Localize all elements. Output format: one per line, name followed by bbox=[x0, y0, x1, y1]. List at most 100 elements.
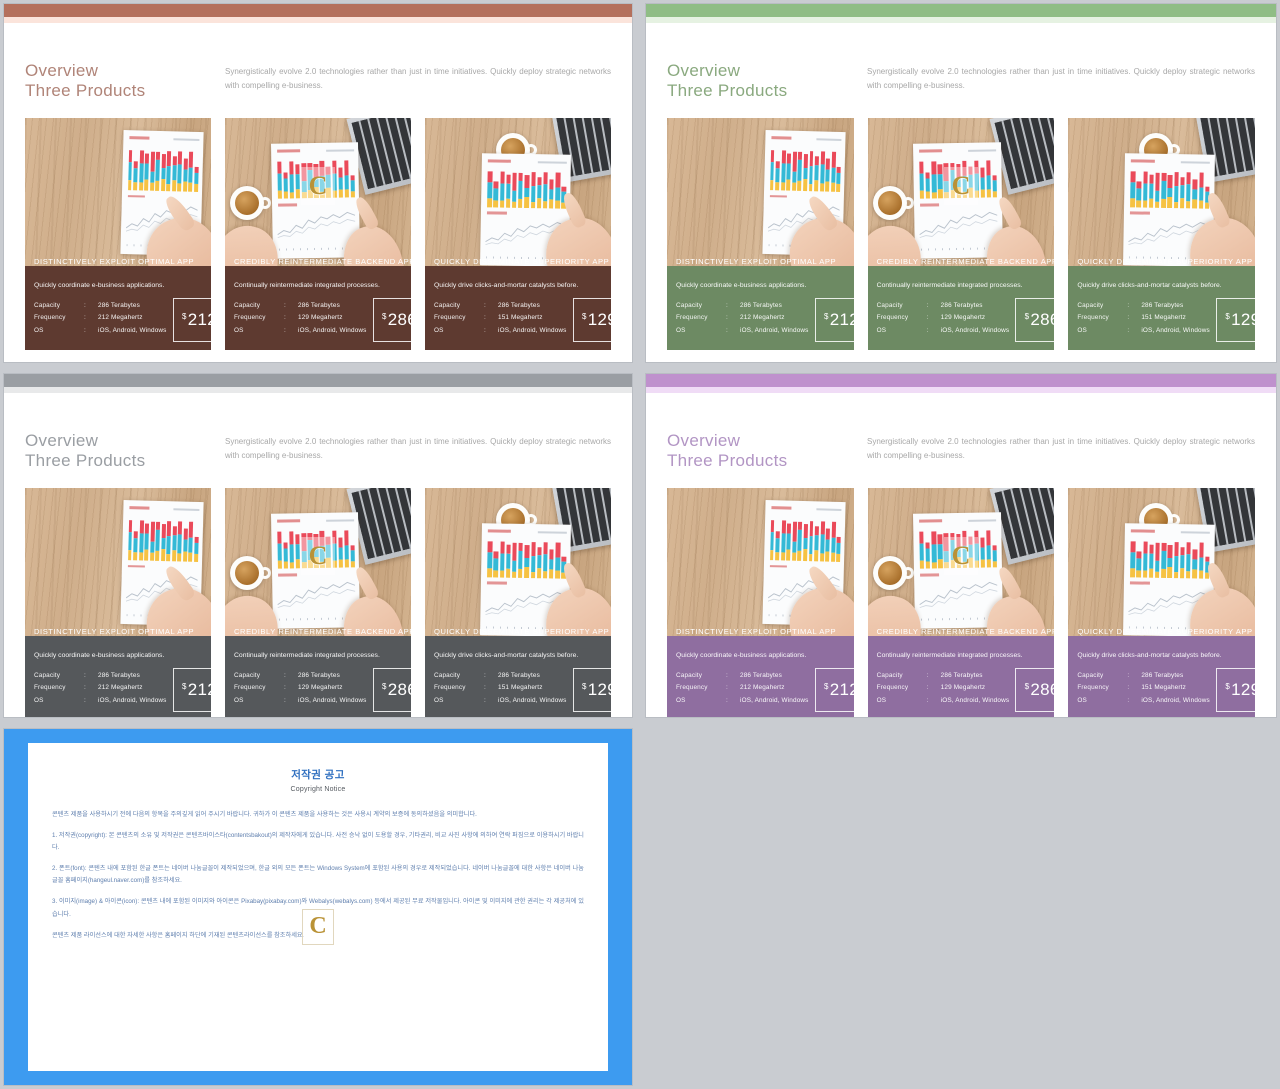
product-card[interactable]: QUICKLY DISSEMINATE SUPERIORITY APP Quick… bbox=[1068, 118, 1256, 350]
spec-value: 212 Megahertz bbox=[98, 314, 143, 322]
spec-value: 286 Terabytes bbox=[940, 301, 983, 309]
chart-bar bbox=[343, 531, 349, 569]
chart-bar bbox=[1186, 541, 1192, 578]
spec-separator: : bbox=[84, 314, 86, 322]
page-title: Overview Three Products bbox=[667, 61, 867, 100]
chart-label-mark bbox=[816, 139, 842, 142]
page-title-line2: Three Products bbox=[25, 80, 146, 100]
product-subtitle: Quickly drive clicks-and-mortar catalyst… bbox=[434, 282, 579, 290]
product-title: CREDIBLY REINTERMEDIATE BACKEND APP bbox=[234, 257, 411, 267]
product-card[interactable]: DISTINCTIVELY EXPLOIT OPTIMAL APP Quickly… bbox=[667, 488, 854, 717]
product-card[interactable]: C CREDIBLY REINTERMEDIATE BACKEND APP Cont… bbox=[867, 488, 1055, 717]
chart-bars bbox=[769, 150, 842, 192]
chart-label-mark bbox=[325, 519, 354, 522]
product-spec-area: Capacity: 286 Terabytes Frequency: 129 Mega… bbox=[877, 291, 1055, 342]
product-spec-list: Capacity: 286 Terabytes Frequency: 151 Mega… bbox=[434, 300, 567, 337]
product-subtitle: Continually reintermediate integrated pr… bbox=[876, 652, 1023, 660]
chart-bar bbox=[938, 162, 943, 199]
chart-section-mark bbox=[1130, 581, 1151, 585]
chart-bar bbox=[127, 520, 133, 561]
chart-bar bbox=[548, 542, 554, 579]
product-spec-list: Capacity: 286 Terabytes Frequency: 129 Mega… bbox=[877, 300, 1010, 337]
slide-lede: Synergistically evolve 2.0 technologies … bbox=[867, 67, 1255, 90]
product-spec-row: Frequency: 151 Megahertz bbox=[434, 312, 567, 324]
product-card[interactable]: QUICKLY DISSEMINATE SUPERIORITY APP Quick… bbox=[425, 488, 611, 717]
product-card[interactable]: QUICKLY DISSEMINATE SUPERIORITY APP Quick… bbox=[1068, 488, 1256, 717]
chart-bar bbox=[797, 521, 803, 561]
chart-label-mark bbox=[173, 139, 200, 142]
product-title: CREDIBLY REINTERMEDIATE BACKEND APP bbox=[876, 257, 1055, 267]
price-box: $129 bbox=[1215, 297, 1256, 342]
product-spec-row: Capacity: 286 Terabytes bbox=[1077, 670, 1210, 682]
product-card-row: DISTINCTIVELY EXPLOIT OPTIMAL APP Quickly… bbox=[25, 482, 611, 717]
chart-bar bbox=[166, 521, 171, 562]
slide-body: Overview Three Products Synergistically … bbox=[4, 393, 632, 717]
spec-separator: : bbox=[484, 671, 486, 679]
slide-lede: Synergistically evolve 2.0 technologies … bbox=[867, 437, 1255, 460]
watermark-logo-icon: C bbox=[302, 908, 334, 945]
product-card-row: DISTINCTIVELY EXPLOIT OPTIMAL APP Quickly… bbox=[667, 482, 1256, 717]
watermark-logo-icon: C bbox=[944, 167, 978, 206]
spec-key: OS bbox=[676, 696, 686, 704]
chart-bars bbox=[1130, 540, 1210, 579]
chart-bar bbox=[132, 521, 138, 561]
chart-bar bbox=[1186, 171, 1192, 208]
chart-bar bbox=[814, 152, 820, 192]
product-card[interactable]: C CREDIBLY REINTERMEDIATE BACKEND APP Cont… bbox=[225, 118, 411, 350]
price-amount: 212 bbox=[829, 680, 854, 700]
chart-title-mark bbox=[276, 149, 300, 153]
spec-key: OS bbox=[34, 696, 44, 704]
spec-separator: : bbox=[926, 326, 929, 334]
chart-bar bbox=[814, 522, 820, 562]
product-card[interactable]: DISTINCTIVELY EXPLOIT OPTIMAL APP Quickly… bbox=[25, 488, 211, 717]
product-spec-row: Capacity: 286 Terabytes bbox=[877, 670, 1010, 682]
product-subtitle: Quickly drive clicks-and-mortar catalyst… bbox=[1077, 652, 1222, 660]
chart-bar bbox=[127, 150, 133, 191]
product-price: $212 bbox=[824, 681, 854, 698]
product-spec-list: Capacity: 286 Terabytes Frequency: 212 Mega… bbox=[676, 670, 809, 707]
chart-bar bbox=[1192, 542, 1198, 579]
product-card[interactable]: C CREDIBLY REINTERMEDIATE BACKEND APP Cont… bbox=[225, 488, 411, 717]
spec-value: iOS, Android, Windows bbox=[1141, 696, 1210, 704]
product-photo bbox=[425, 118, 611, 267]
chart-label-mark bbox=[537, 530, 567, 534]
chart-bar bbox=[986, 531, 992, 569]
product-photo: C bbox=[225, 118, 411, 267]
currency-symbol: $ bbox=[382, 681, 387, 691]
chart-title-mark bbox=[487, 158, 512, 162]
spec-value: iOS, Android, Windows bbox=[498, 696, 567, 704]
product-card[interactable]: DISTINCTIVELY EXPLOIT OPTIMAL APP Quickly… bbox=[667, 118, 854, 350]
chart-title-mark bbox=[276, 519, 300, 523]
currency-symbol: $ bbox=[582, 681, 587, 691]
cup-handle bbox=[901, 197, 914, 210]
chart-bar bbox=[931, 162, 937, 200]
product-card[interactable]: C CREDIBLY REINTERMEDIATE BACKEND APP Cont… bbox=[867, 118, 1055, 350]
product-spec-row: OS: iOS, Android, Windows bbox=[34, 695, 167, 707]
slide-panel-green[interactable]: Overview Three Products Synergistically … bbox=[645, 3, 1277, 363]
chart-bar bbox=[155, 521, 160, 561]
spec-key: OS bbox=[34, 326, 44, 334]
spec-value: 286 Terabytes bbox=[98, 301, 140, 309]
price-amount: 129 bbox=[1231, 680, 1255, 700]
slide-panel-gray[interactable]: Overview Three Products Synergistically … bbox=[3, 373, 633, 718]
spec-value: 129 Megahertz bbox=[940, 684, 986, 692]
product-info-panel: QUICKLY DISSEMINATE SUPERIORITY APP Quick… bbox=[1068, 257, 1256, 350]
chart-bar bbox=[149, 521, 155, 561]
copyright-sheet: 저작권 공고 Copyright Notice 콘텐츠 제품을 사용하시기 전에… bbox=[28, 743, 608, 1071]
product-spec-area: Capacity: 286 Terabytes Frequency: 129 Mega… bbox=[234, 291, 411, 342]
chart-bar bbox=[1174, 171, 1180, 208]
product-card[interactable]: QUICKLY DISSEMINATE SUPERIORITY APP Quick… bbox=[425, 118, 611, 350]
product-spec-row: Frequency: 129 Megahertz bbox=[234, 312, 367, 324]
chart-bar bbox=[1161, 541, 1167, 578]
page-title: Overview Three Products bbox=[25, 431, 225, 470]
product-card[interactable]: DISTINCTIVELY EXPLOIT OPTIMAL APP Quickly… bbox=[25, 118, 211, 350]
price-box: $212 bbox=[814, 297, 854, 342]
chart-label-mark bbox=[968, 149, 997, 152]
spec-key: Capacity bbox=[434, 301, 461, 309]
slide-panel-brown[interactable]: Overview Three Products Synergistically … bbox=[3, 3, 633, 363]
copyright-slide-panel[interactable]: 저작권 공고 Copyright Notice 콘텐츠 제품을 사용하시기 전에… bbox=[3, 728, 633, 1086]
coffee-cup bbox=[872, 556, 914, 591]
slide-panel-purple[interactable]: Overview Three Products Synergistically … bbox=[645, 373, 1277, 718]
price-box: $212 bbox=[814, 667, 854, 712]
price-box: $286 bbox=[1015, 667, 1055, 712]
